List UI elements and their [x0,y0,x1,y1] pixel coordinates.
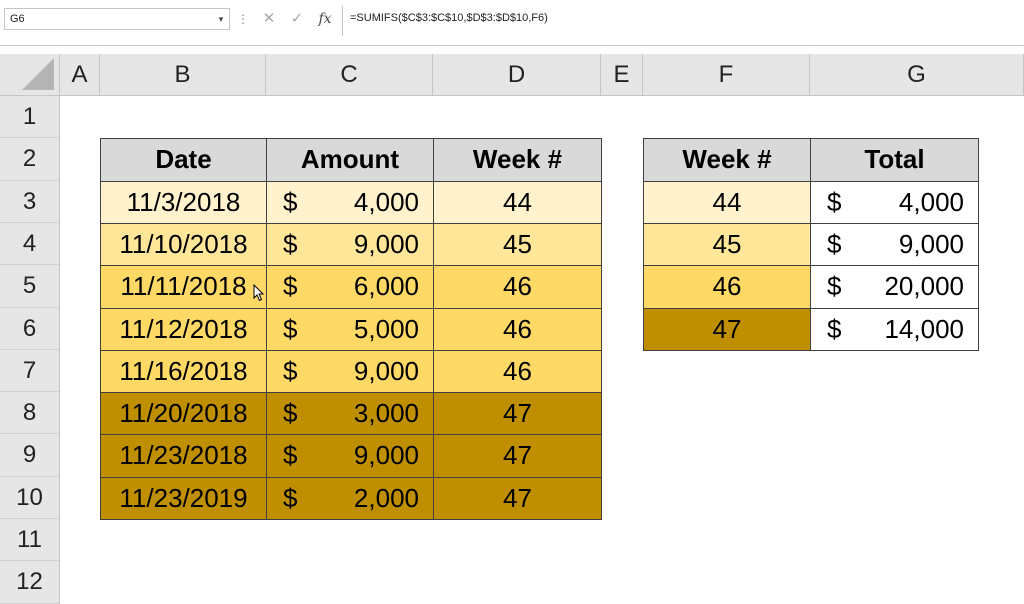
column-header-g[interactable]: G [810,54,1024,96]
currency-symbol: $ [283,187,298,217]
date-cell[interactable]: 11/20/2018 [100,392,267,435]
amount-value: 3,000 [353,398,419,428]
week-cell[interactable]: 45 [433,223,602,266]
total-cell[interactable]: $9,000 [810,223,979,266]
date-cell[interactable]: 11/3/2018 [100,181,267,224]
column-header-d[interactable]: D [433,54,601,96]
currency-symbol: $ [827,271,842,301]
row-header-11[interactable]: 11 [0,519,60,561]
header-cell[interactable]: Date [100,138,267,182]
week-cell[interactable]: 47 [433,434,602,478]
amount-value: 9,000 [353,356,419,386]
amount-value: 2,000 [353,483,419,513]
enter-icon[interactable]: ✓ [284,8,310,30]
total-cell[interactable]: $14,000 [810,308,979,351]
formula-input[interactable]: =SUMIFS($C$3:$C$10,$D$3:$D$10,F6) [350,8,1020,30]
row-header-12[interactable]: 12 [0,561,60,604]
header-cell[interactable]: Total [810,138,979,182]
date-cell[interactable]: 11/11/2018 [100,265,267,309]
header-cell[interactable]: Week # [433,138,602,182]
amount-value: 14,000 [884,314,964,344]
row-header-5[interactable]: 5 [0,265,60,308]
week-cell[interactable]: 44 [643,181,811,224]
row-header-4[interactable]: 4 [0,223,60,265]
amount-cell[interactable]: $9,000 [266,434,434,478]
row-header-8[interactable]: 8 [0,392,60,434]
row-header-7[interactable]: 7 [0,350,60,392]
mouse-cursor-icon [253,284,265,302]
column-header-c[interactable]: C [266,54,433,96]
currency-symbol: $ [283,229,298,259]
cancel-icon[interactable]: ✕ [256,8,282,30]
total-cell[interactable]: $20,000 [810,265,979,309]
column-header-e[interactable]: E [601,54,643,96]
week-cell[interactable]: 47 [643,308,811,351]
row-header-10[interactable]: 10 [0,477,60,519]
currency-symbol: $ [283,356,298,386]
amount-cell[interactable]: $9,000 [266,223,434,266]
amount-value: 9,000 [353,229,419,259]
amount-value: 9,000 [353,440,419,470]
insert-function-icon[interactable]: fx [312,8,338,30]
header-cell[interactable]: Amount [266,138,434,182]
amount-value: 6,000 [353,271,419,301]
date-cell[interactable]: 11/23/2018 [100,434,267,478]
amount-cell[interactable]: $2,000 [266,477,434,520]
amount-value: 5,000 [353,314,419,344]
formula-separator [342,6,343,36]
week-cell[interactable]: 46 [433,265,602,309]
row-header-2[interactable]: 2 [0,138,60,181]
row-header-1[interactable]: 1 [0,96,60,138]
column-header-b[interactable]: B [100,54,266,96]
amount-value: 9,000 [898,229,964,259]
currency-symbol: $ [827,314,842,344]
currency-symbol: $ [827,187,842,217]
amount-cell[interactable]: $6,000 [266,265,434,309]
week-cell[interactable]: 45 [643,223,811,266]
grip-icon[interactable]: ⋮ [237,8,249,30]
week-cell[interactable]: 47 [433,392,602,435]
week-cell[interactable]: 47 [433,477,602,520]
date-cell[interactable]: 11/12/2018 [100,308,267,351]
week-cell[interactable]: 44 [433,181,602,224]
row-header-6[interactable]: 6 [0,308,60,350]
currency-symbol: $ [283,271,298,301]
amount-cell[interactable]: $5,000 [266,308,434,351]
amount-cell[interactable]: $9,000 [266,350,434,393]
name-box[interactable]: G6 [4,8,230,30]
amount-cell[interactable]: $3,000 [266,392,434,435]
column-header-f[interactable]: F [643,54,810,96]
date-cell[interactable]: 11/10/2018 [100,223,267,266]
currency-symbol: $ [283,398,298,428]
header-cell[interactable]: Week # [643,138,811,182]
date-cell[interactable]: 11/23/2019 [100,477,267,520]
row-header-3[interactable]: 3 [0,181,60,223]
total-cell[interactable]: $4,000 [810,181,979,224]
currency-symbol: $ [283,440,298,470]
amount-cell[interactable]: $4,000 [266,181,434,224]
currency-symbol: $ [283,314,298,344]
date-cell[interactable]: 11/16/2018 [100,350,267,393]
currency-symbol: $ [827,229,842,259]
currency-symbol: $ [283,483,298,513]
week-cell[interactable]: 46 [643,265,811,309]
row-header-9[interactable]: 9 [0,434,60,477]
amount-value: 20,000 [884,271,964,301]
select-all-triangle-icon [22,58,54,90]
column-header-a[interactable]: A [60,54,100,96]
amount-value: 4,000 [898,187,964,217]
week-cell[interactable]: 46 [433,308,602,351]
chevron-down-icon[interactable]: ▾ [214,8,228,30]
amount-value: 4,000 [353,187,419,217]
week-cell[interactable]: 46 [433,350,602,393]
